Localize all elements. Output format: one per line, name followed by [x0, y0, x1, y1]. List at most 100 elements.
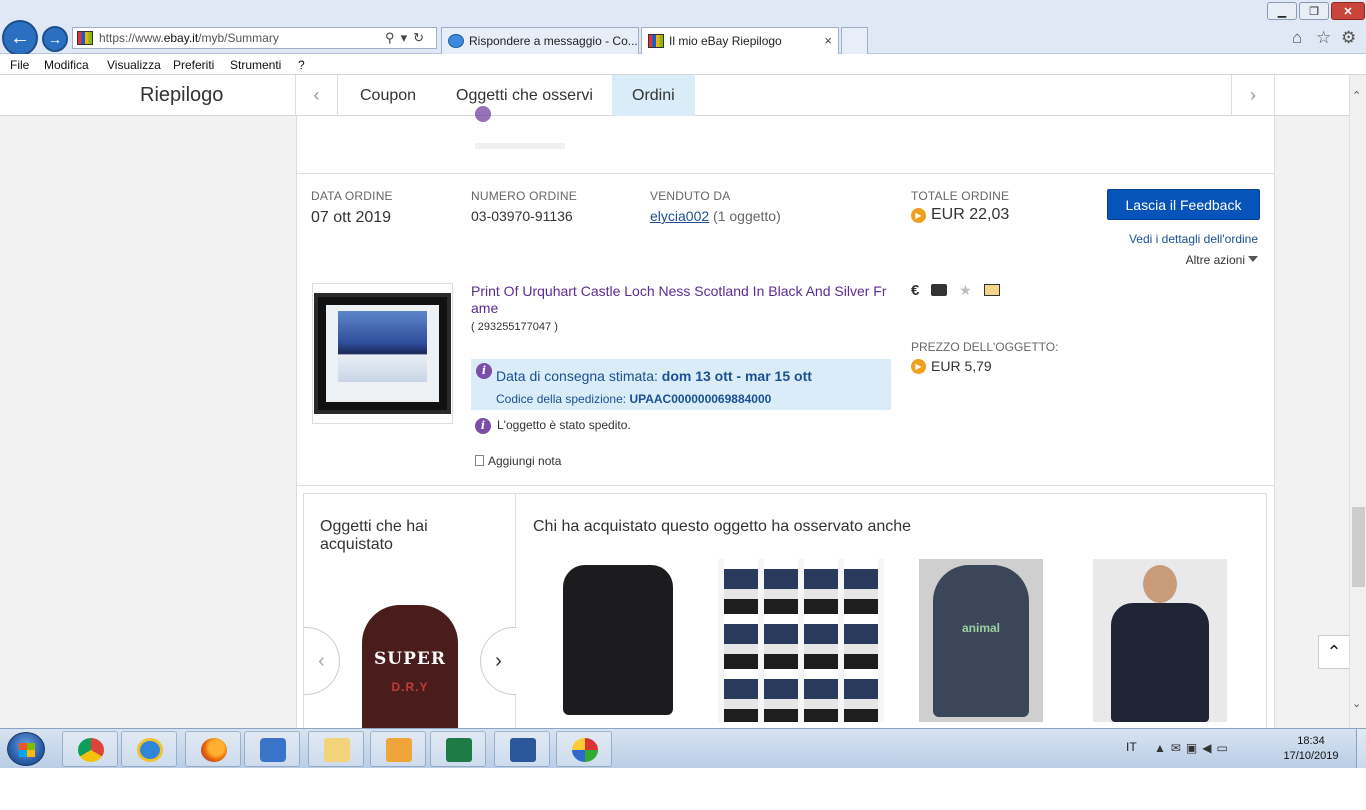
purchased-items-panel: Oggetti che hai acquistato SUPER D.R.Y ‹… [304, 494, 516, 728]
scroll-up-icon[interactable]: ⌃ [1352, 89, 1361, 102]
menu-help[interactable]: ? [298, 58, 305, 72]
purchased-item-image[interactable]: SUPER D.R.Y [348, 577, 472, 728]
browser-tab-ebay[interactable]: Il mio eBay Riepilogo × [641, 27, 839, 54]
info-icon: i [476, 363, 492, 379]
menu-file[interactable]: File [10, 58, 29, 72]
jacket-icon [1111, 603, 1209, 722]
scroll-down-icon[interactable]: ⌄ [1352, 697, 1361, 710]
back-to-top-button[interactable]: ⌃ [1318, 635, 1349, 669]
euro-icon: € [911, 282, 920, 299]
divider [475, 143, 565, 149]
start-button[interactable] [7, 732, 45, 766]
address-bar[interactable]: https://www. ebay.it/myb/Summary ⚲▾↻ [72, 27, 437, 49]
menu-favorites[interactable]: Preferiti [173, 58, 214, 72]
language-indicator[interactable]: IT [1126, 740, 1137, 754]
tab-orders[interactable]: Ordini [612, 75, 695, 116]
taskbar-internet-explorer[interactable] [121, 731, 177, 767]
shipped-status: L'oggetto è stato spedito. [497, 418, 631, 432]
back-button[interactable]: ← [2, 20, 38, 56]
taskbar-excel[interactable] [430, 731, 486, 767]
tracking-label: Codice della spedizione: [496, 392, 627, 406]
feedback-icon: ★ [959, 282, 972, 298]
divider [297, 485, 1274, 486]
taskbar-paint[interactable] [556, 731, 612, 767]
item-price-value: EUR 5,79 [931, 358, 992, 374]
menu-view[interactable]: Visualizza [107, 58, 161, 72]
search-refresh-icons[interactable]: ⚲▾↻ [385, 30, 430, 46]
clock-date: 17/10/2019 [1283, 750, 1339, 762]
taskbar-media-player[interactable] [244, 731, 300, 767]
order-details-link[interactable]: Vedi i dettagli dell'ordine [1129, 232, 1258, 246]
item-price-label: PREZZO DELL'OGGETTO: [911, 340, 1059, 354]
image-text: SUPER [374, 649, 446, 669]
close-window-button[interactable]: ✕ [1331, 2, 1365, 20]
new-tab-button[interactable] [841, 27, 868, 54]
outlook-icon [386, 738, 412, 762]
tab-watchlist[interactable]: Oggetti che osservi [436, 75, 613, 116]
order-total-value: EUR 22,03 [931, 206, 1010, 223]
menu-bar: File Modifica Visualizza Preferiti Strum… [0, 54, 1366, 75]
order-total-label: TOTALE ORDINE [911, 189, 1010, 203]
chevron-down-icon [1248, 256, 1258, 262]
windows-logo-icon [19, 743, 35, 757]
recommended-item-tshirts[interactable] [718, 559, 884, 722]
tracking-code-link[interactable]: UPAAC000000069884000 [629, 392, 771, 406]
tab-coupon[interactable]: Coupon [340, 75, 436, 116]
taskbar-outlook[interactable] [370, 731, 426, 767]
leave-feedback-button[interactable]: Lascia il Feedback [1107, 189, 1260, 220]
order-date-label: DATA ORDINE [311, 189, 393, 203]
hoodie-icon: animal [933, 565, 1029, 717]
recommended-item-peacoat[interactable] [551, 559, 683, 722]
system-tray-icons[interactable]: ▲✉▣◀▭ [1154, 741, 1233, 755]
favorites-star-icon[interactable]: ☆ [1316, 28, 1331, 48]
recommended-item-jacket[interactable] [1093, 559, 1227, 722]
close-tab-icon[interactable]: × [824, 33, 832, 48]
minimize-button[interactable]: ▁ [1267, 2, 1297, 20]
ebay-favicon-icon [77, 31, 93, 45]
browser-tab-messages[interactable]: Rispondere a messaggio - Co... [441, 27, 639, 54]
gear-icon[interactable]: ⚙ [1341, 28, 1356, 48]
media-player-icon [260, 738, 286, 762]
add-note-link[interactable]: Aggiungi nota [475, 454, 561, 468]
ebay-tab-icon [648, 34, 664, 48]
taskbar-clock[interactable]: 18:34 17/10/2019 [1270, 734, 1352, 764]
menu-tools[interactable]: Strumenti [230, 58, 281, 72]
taskbar-word[interactable] [494, 731, 550, 767]
tracking-info: Codice della spedizione: UPAAC0000000698… [496, 392, 771, 406]
item-number: ( 293255177047 ) [471, 321, 558, 333]
seller-label: VENDUTO DA [650, 189, 731, 203]
divider [297, 173, 1274, 174]
more-actions-dropdown[interactable]: Altre azioni [1186, 253, 1258, 267]
item-title-link[interactable]: Print Of Urquhart Castle Loch Ness Scotl… [471, 283, 891, 317]
seller-link[interactable]: elycia002 [650, 208, 709, 224]
subnav-prev-button[interactable]: ‹ [296, 75, 338, 116]
scroll-thumb[interactable] [1352, 507, 1365, 587]
taskbar-file-explorer[interactable] [308, 731, 364, 767]
order-total: ▶ EUR 22,03 [911, 206, 1009, 224]
tab-label: Il mio eBay Riepilogo [669, 34, 782, 48]
paint-icon [572, 738, 598, 762]
subnav-next-button[interactable]: › [1231, 75, 1275, 116]
recommended-item-hoodie[interactable]: animal [919, 559, 1043, 722]
seller-item-count: (1 oggetto) [713, 208, 781, 224]
home-icon[interactable]: ⌂ [1292, 28, 1302, 48]
item-thumbnail[interactable] [312, 283, 453, 424]
menu-edit[interactable]: Modifica [44, 58, 89, 72]
taskbar-chrome[interactable] [62, 731, 118, 767]
order-date: 07 ott 2019 [311, 209, 392, 226]
carousel-prev-button[interactable]: ‹ [304, 627, 340, 695]
carousel-next-button[interactable]: › [480, 627, 516, 695]
estimated-delivery: Data di consegna stimata: dom 13 ott - m… [496, 368, 812, 384]
delivery-info-box: i Data di consegna stimata: dom 13 ott -… [471, 359, 891, 410]
forward-button[interactable]: → [42, 26, 68, 52]
internet-explorer-icon [137, 738, 163, 762]
currency-converted-icon: ▶ [911, 207, 926, 223]
chrome-icon [78, 738, 104, 762]
maximize-button[interactable]: ❐ [1299, 2, 1329, 20]
hoodie-icon: SUPER D.R.Y [362, 605, 458, 728]
taskbar-firefox[interactable] [185, 731, 241, 767]
show-desktop-button[interactable] [1356, 729, 1366, 769]
page-scrollbar[interactable]: ⌃ ⌄ [1349, 75, 1366, 728]
url-prefix: https://www. [99, 31, 164, 45]
excel-icon [446, 738, 472, 762]
